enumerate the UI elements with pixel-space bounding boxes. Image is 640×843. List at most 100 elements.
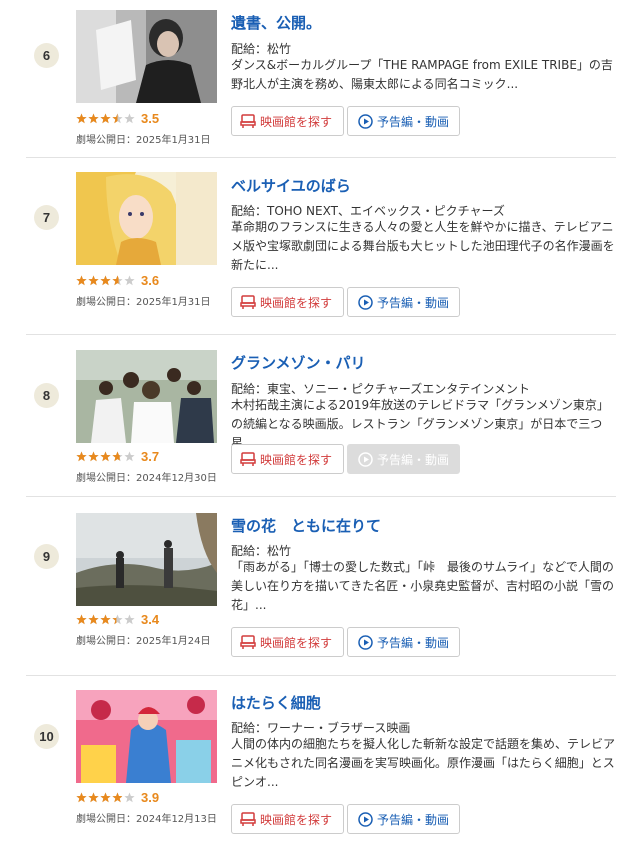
star-icon — [100, 792, 111, 803]
play-icon — [358, 294, 373, 310]
trailer-label: 予告編・動画 — [377, 635, 450, 650]
play-icon — [358, 113, 373, 129]
movie-description: 人間の体内の細胞たちを擬人化した斬新な設定で話題を集め、テレビアニメ化もされた同… — [231, 737, 616, 789]
rating-score: 3.4 — [141, 611, 160, 627]
stars — [76, 614, 135, 625]
movie-poster[interactable] — [76, 350, 217, 443]
star-icon — [112, 614, 123, 625]
release-date: 劇場公開日：2025年1月24日 — [76, 636, 211, 647]
find-theater-button[interactable]: 映画館を探す — [231, 804, 344, 834]
movie-description: 「雨あがる」「博士の愛した数式」「峠 最後のサムライ」などで人間の美しい在り方を… — [231, 560, 615, 612]
find-theater-button[interactable]: 映画館を探す — [231, 287, 344, 317]
theater-seat-icon — [240, 635, 256, 649]
find-theater-button[interactable]: 映画館を探す — [231, 106, 344, 136]
play-icon — [358, 451, 373, 467]
star-icon — [112, 275, 123, 286]
star-icon — [112, 113, 123, 124]
trailer-label: 予告編・動画 — [377, 295, 450, 310]
find-theater-label: 映画館を探す — [260, 812, 333, 827]
star-icon — [124, 113, 135, 124]
star-icon — [100, 275, 111, 286]
star-icon — [112, 451, 123, 462]
theater-seat-icon — [240, 295, 256, 309]
star-icon — [100, 614, 111, 625]
divider — [26, 334, 616, 335]
find-theater-label: 映画館を探す — [260, 452, 333, 467]
trailer-button-disabled: 予告編・動画 — [347, 444, 460, 474]
star-rating: 3.7 — [76, 448, 159, 464]
release-date: 劇場公開日：2024年12月13日 — [76, 814, 217, 825]
rating-score: 3.9 — [141, 789, 160, 805]
trailer-label: 予告編・動画 — [377, 812, 450, 827]
star-icon — [76, 614, 87, 625]
play-icon — [358, 811, 373, 827]
star-icon — [88, 275, 99, 286]
movie-poster[interactable] — [76, 172, 217, 265]
find-theater-label: 映画館を探す — [260, 295, 333, 310]
distributor: 配給：ワーナー・ブラザース映画 — [231, 721, 411, 735]
rating-score: 3.7 — [141, 448, 160, 464]
divider — [26, 675, 616, 676]
theater-seat-icon — [240, 114, 256, 128]
distributor: 配給：東宝、ソニー・ピクチャーズエンタテインメント — [231, 382, 530, 396]
star-icon — [124, 275, 135, 286]
release-date: 劇場公開日：2024年12月30日 — [76, 473, 217, 484]
find-theater-label: 映画館を探す — [260, 114, 333, 129]
rank-badge: 6 — [34, 43, 59, 68]
star-rating: 3.5 — [76, 110, 159, 126]
stars — [76, 113, 135, 124]
stars — [76, 792, 135, 803]
star-icon — [124, 792, 135, 803]
star-icon — [88, 614, 99, 625]
trailer-label: 予告編・動画 — [377, 452, 450, 467]
movie-title-link[interactable]: ベルサイユのばら — [231, 175, 351, 196]
distributor: 配給：松竹 — [231, 544, 292, 558]
rating-score: 3.6 — [141, 272, 160, 288]
star-icon — [112, 792, 123, 803]
stars — [76, 451, 135, 462]
release-date: 劇場公開日：2025年1月31日 — [76, 297, 211, 308]
find-theater-button[interactable]: 映画館を探す — [231, 444, 344, 474]
star-rating: 3.6 — [76, 272, 159, 288]
star-icon — [76, 275, 87, 286]
star-icon — [124, 451, 135, 462]
trailer-button[interactable]: 予告編・動画 — [347, 804, 460, 834]
rank-badge: 7 — [34, 205, 59, 230]
star-icon — [124, 614, 135, 625]
movie-poster[interactable] — [76, 690, 217, 783]
distributor: 配給：松竹 — [231, 42, 292, 56]
movie-description: 革命期のフランスに生きる人々の愛と人生を鮮やかに描き、テレビアニメ版や宝塚歌劇団… — [231, 220, 615, 272]
stars — [76, 275, 135, 286]
rank-badge: 9 — [34, 544, 59, 569]
rating-score: 3.5 — [141, 110, 160, 126]
movie-title-link[interactable]: はたらく細胞 — [231, 692, 321, 713]
rank-badge: 10 — [34, 724, 59, 749]
star-icon — [88, 113, 99, 124]
star-icon — [76, 451, 87, 462]
movie-description: ダンス&ボーカルグループ「THE RAMPAGE from EXILE TRIB… — [231, 58, 613, 91]
star-rating: 3.4 — [76, 611, 159, 627]
distributor: 配給：TOHO NEXT、エイベックス・ピクチャーズ — [231, 204, 505, 218]
star-icon — [100, 113, 111, 124]
movie-poster[interactable] — [76, 10, 217, 103]
movie-title-link[interactable]: 雪の花 ともに在りて — [231, 515, 381, 536]
theater-seat-icon — [240, 812, 256, 826]
theater-seat-icon — [240, 452, 256, 466]
star-icon — [76, 792, 87, 803]
release-date: 劇場公開日：2025年1月31日 — [76, 135, 211, 146]
star-icon — [88, 451, 99, 462]
trailer-button[interactable]: 予告編・動画 — [347, 627, 460, 657]
trailer-button[interactable]: 予告編・動画 — [347, 106, 460, 136]
star-icon — [88, 792, 99, 803]
movie-title-link[interactable]: グランメゾン・パリ — [231, 352, 366, 373]
rank-badge: 8 — [34, 383, 59, 408]
star-icon — [100, 451, 111, 462]
divider — [26, 496, 616, 497]
divider — [26, 157, 616, 158]
trailer-label: 予告編・動画 — [377, 114, 450, 129]
movie-title-link[interactable]: 遺書、公開。 — [231, 12, 321, 33]
star-icon — [76, 113, 87, 124]
movie-poster[interactable] — [76, 513, 217, 606]
find-theater-button[interactable]: 映画館を探す — [231, 627, 344, 657]
trailer-button[interactable]: 予告編・動画 — [347, 287, 460, 317]
